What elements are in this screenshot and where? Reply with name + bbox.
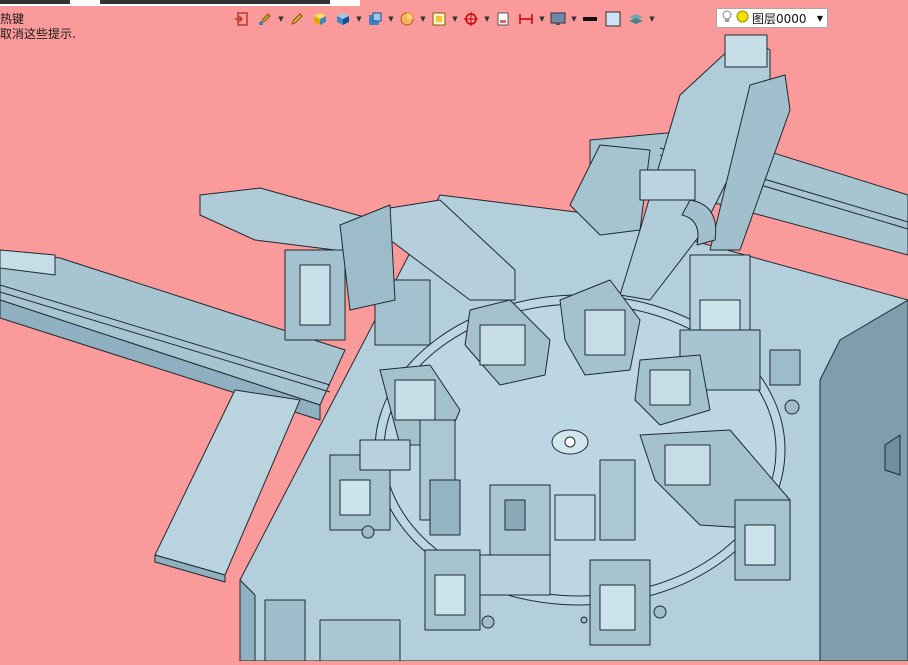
lightbulb-icon — [721, 10, 733, 27]
display-style-button[interactable] — [365, 9, 385, 29]
dimension-icon — [519, 14, 533, 24]
crosshair-icon — [464, 12, 478, 26]
color-button[interactable] — [603, 9, 623, 29]
cad-model — [0, 34, 908, 662]
exit-sketch-button[interactable] — [232, 9, 252, 29]
monitor-icon — [550, 12, 566, 25]
sketch-button[interactable] — [287, 9, 307, 29]
cube-display-icon — [369, 12, 382, 25]
sheet-icon — [497, 12, 509, 26]
graphics-viewport[interactable] — [0, 0, 908, 662]
chevron-down-icon[interactable]: ▼ — [571, 9, 577, 29]
cube-view-icon — [337, 13, 349, 25]
chevron-down-icon[interactable]: ▼ — [356, 9, 362, 29]
line-style-button[interactable] — [580, 9, 600, 29]
layer-name: 图层0000 — [752, 11, 807, 26]
zoom-fit-icon — [432, 12, 446, 26]
layers-button[interactable] — [626, 9, 646, 29]
sheet-button[interactable] — [493, 9, 513, 29]
section-view-button[interactable] — [397, 9, 417, 29]
layers-icon — [629, 14, 643, 24]
chevron-down-icon[interactable]: ▼ — [388, 9, 394, 29]
hint-hotkeys: 热键 — [0, 12, 25, 26]
box-shaded-icon — [314, 13, 326, 25]
chevron-down-icon[interactable]: ▼ — [484, 9, 490, 29]
hide-show-button[interactable] — [461, 9, 481, 29]
view-orientation-button[interactable] — [333, 9, 353, 29]
pie-section-icon — [400, 12, 414, 26]
chevron-down-icon[interactable]: ▼ — [649, 9, 655, 29]
scene-button[interactable] — [548, 9, 568, 29]
exit-sketch-icon — [235, 12, 248, 26]
heads-up-toolbar: ▼ ▼ ▼ ▼ ▼ ▼ ▼ ▼ ▼ — [232, 6, 655, 32]
pencil-icon — [291, 13, 303, 25]
zoom-fit-button[interactable] — [429, 9, 449, 29]
appearance-button[interactable] — [255, 9, 275, 29]
chevron-down-icon[interactable]: ▼ — [278, 9, 284, 29]
chevron-down-icon[interactable]: ▼ — [420, 9, 426, 29]
line-black-icon — [583, 17, 597, 21]
chevron-down-icon[interactable]: ▼ — [452, 9, 458, 29]
dimension-button[interactable] — [516, 9, 536, 29]
hint-dismiss[interactable]: 取消这些提示. — [0, 27, 76, 41]
shaded-button[interactable] — [310, 9, 330, 29]
chevron-down-icon[interactable]: ▼ — [817, 14, 823, 23]
color-swatch-icon — [605, 11, 621, 27]
layer-select[interactable]: 图层0000 ▼ — [716, 8, 828, 28]
sun-icon — [736, 10, 749, 26]
paint-brush-icon — [259, 13, 271, 25]
chevron-down-icon[interactable]: ▼ — [539, 9, 545, 29]
